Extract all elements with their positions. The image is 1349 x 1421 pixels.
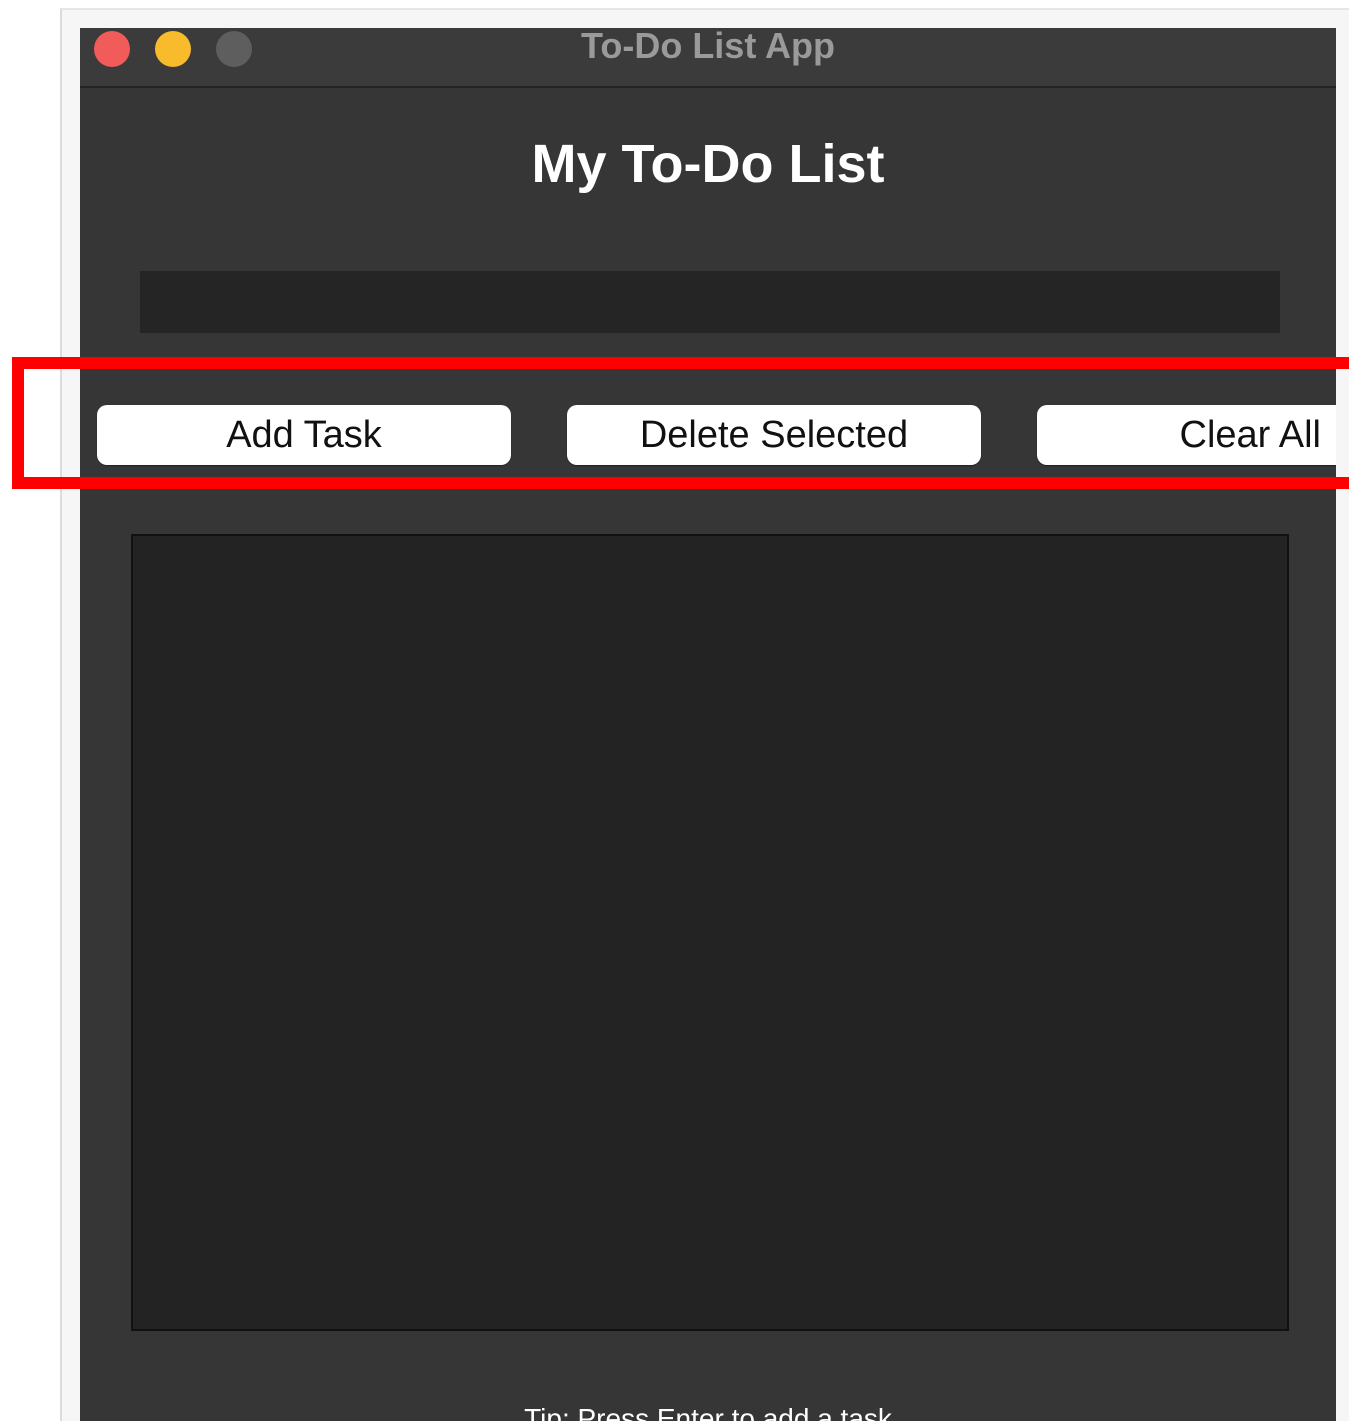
clear-all-button[interactable]: Clear All xyxy=(1037,405,1336,465)
add-task-button[interactable]: Add Task xyxy=(97,405,511,465)
delete-selected-button[interactable]: Delete Selected xyxy=(567,405,981,465)
app-window: To-Do List App My To-Do List Add Task De… xyxy=(80,28,1336,1421)
task-input[interactable] xyxy=(140,271,1280,333)
tip-text: Tip: Press Enter to add a task xyxy=(524,1403,892,1421)
window-title: To-Do List App xyxy=(581,28,835,66)
title-bar[interactable]: To-Do List App xyxy=(80,28,1336,88)
task-list[interactable] xyxy=(131,534,1289,1331)
page-title: My To-Do List xyxy=(531,134,885,194)
